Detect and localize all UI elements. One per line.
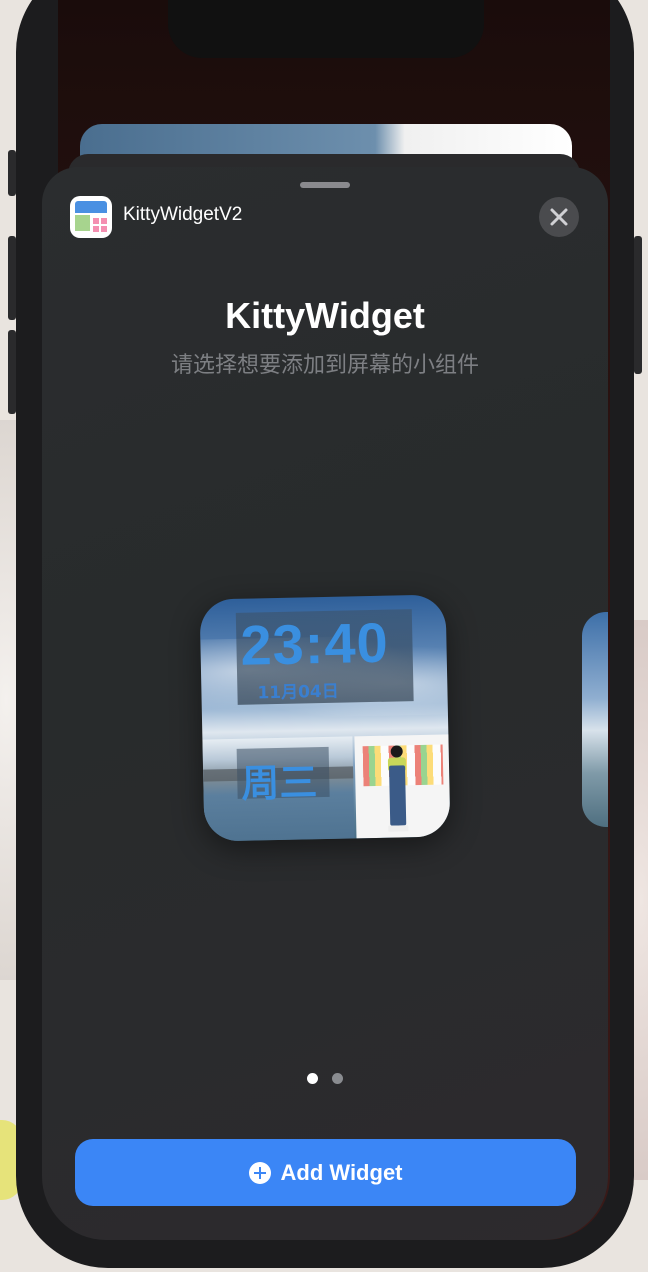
close-button[interactable] xyxy=(539,197,579,237)
page-dot-2[interactable] xyxy=(332,1073,343,1084)
widget-date: 11月04日 xyxy=(257,681,339,704)
volume-up-button xyxy=(8,236,16,320)
close-icon xyxy=(550,208,568,226)
widget-title: KittyWidget xyxy=(225,295,425,336)
silent-switch xyxy=(8,150,16,196)
camera-notch xyxy=(168,0,484,58)
widget-gallery-sheet: KittyWidgetV2 KittyWidget 请选择想要添加到屏幕的小组件… xyxy=(42,167,608,1240)
sheet-grabber[interactable] xyxy=(300,182,350,188)
widget-preview[interactable]: 23:40 11月04日 周三 xyxy=(199,594,451,842)
widget-subtitle: 请选择想要添加到屏幕的小组件 xyxy=(170,353,479,378)
power-button xyxy=(634,236,642,374)
app-icon xyxy=(70,196,112,238)
widget-weekday: 周三 xyxy=(240,760,318,806)
volume-down-button xyxy=(8,330,16,414)
app-name: KittyWidgetV2 xyxy=(123,204,243,225)
add-widget-button[interactable]: Add Widget xyxy=(75,1139,576,1206)
next-widget-preview[interactable] xyxy=(582,612,608,827)
person-figure xyxy=(385,745,411,833)
plus-circle-icon xyxy=(248,1161,271,1184)
widget-time: 23:40 xyxy=(239,610,390,677)
add-widget-label: Add Widget xyxy=(280,1159,403,1185)
page-dot-1[interactable] xyxy=(307,1073,318,1084)
